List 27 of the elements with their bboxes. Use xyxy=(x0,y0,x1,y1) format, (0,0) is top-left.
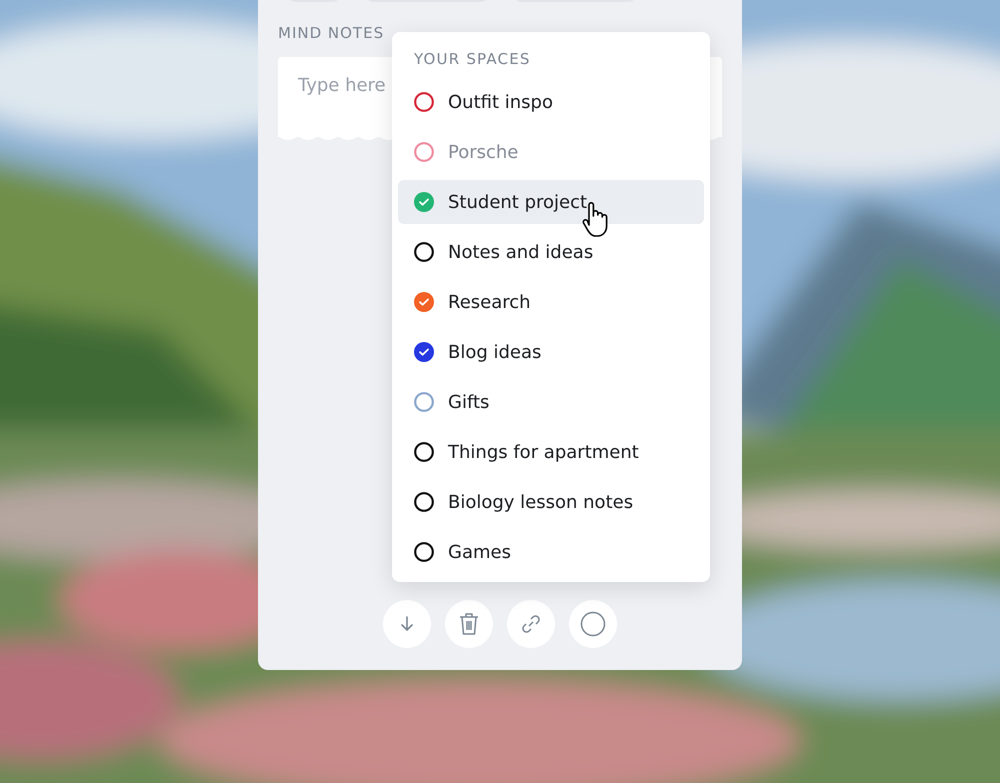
space-name: Outfit inspo xyxy=(448,92,553,112)
space-name: Student project xyxy=(448,192,588,212)
space-item[interactable]: Notes and ideas xyxy=(398,230,704,274)
space-name: Notes and ideas xyxy=(448,242,594,262)
link-button[interactable] xyxy=(507,600,555,648)
trash-icon xyxy=(457,611,481,637)
space-item[interactable]: Things for apartment xyxy=(398,430,704,474)
space-item[interactable]: Biology lesson notes xyxy=(398,480,704,524)
link-icon xyxy=(521,614,541,634)
space-name: Porsche xyxy=(448,142,518,162)
menu-title: YOUR SPACES xyxy=(413,50,532,70)
space-name: Research xyxy=(448,292,531,312)
circle-button[interactable] xyxy=(569,600,617,648)
space-name: Biology lesson notes xyxy=(448,492,634,512)
space-item[interactable]: Research xyxy=(398,280,704,324)
space-item[interactable]: Outfit inspo xyxy=(398,80,704,124)
space-name: Blog ideas xyxy=(448,342,542,362)
delete-button[interactable] xyxy=(445,600,493,648)
space-name: Things for apartment xyxy=(448,442,639,462)
space-item[interactable]: Blog ideas xyxy=(398,330,704,374)
circle-icon xyxy=(580,611,606,637)
space-name: Games xyxy=(448,542,511,562)
space-name: Gifts xyxy=(448,392,490,412)
download-button[interactable] xyxy=(383,600,431,648)
space-item[interactable]: Games xyxy=(398,530,704,574)
section-label: MIND NOTES xyxy=(278,24,386,44)
space-item[interactable]: Gifts xyxy=(398,380,704,424)
